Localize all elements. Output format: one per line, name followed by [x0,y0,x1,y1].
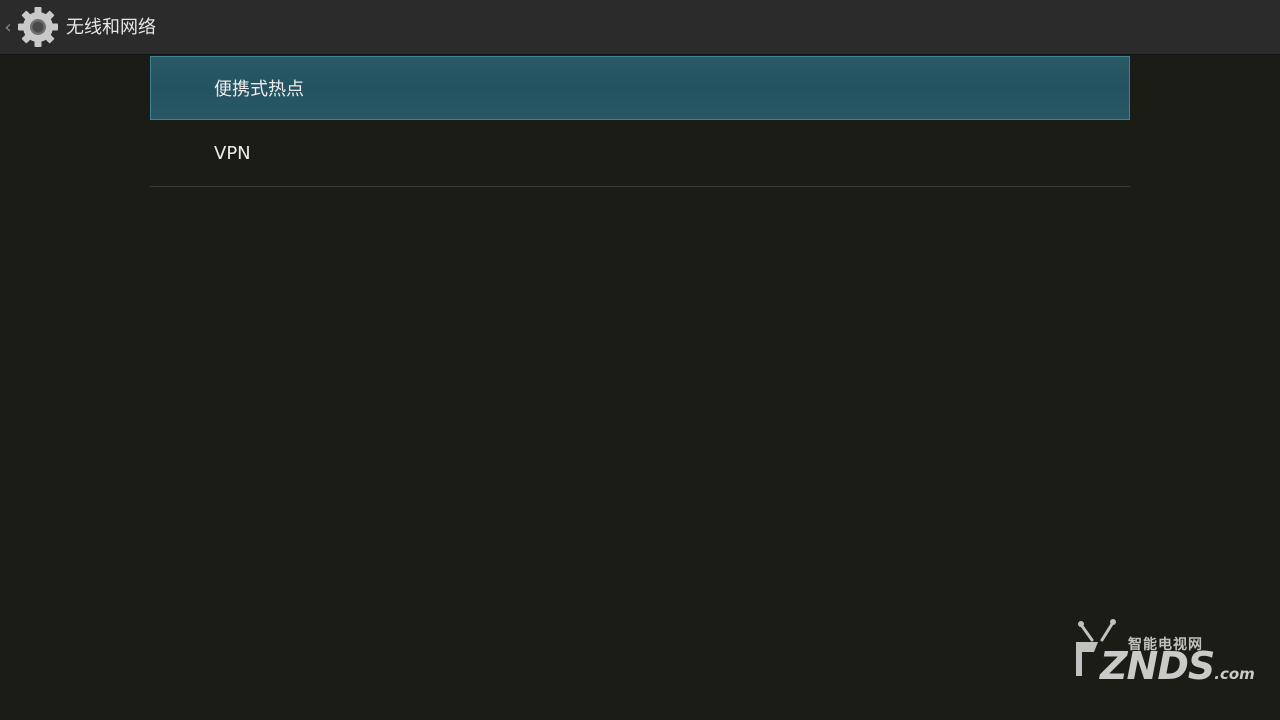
action-bar: ‹ 无线和网络 [0,0,1280,55]
preference-list: 便携式热点 VPN [150,56,1130,187]
preference-item-portable-hotspot[interactable]: 便携式热点 [150,56,1130,120]
watermark-logo: ZNDS.com [1100,646,1255,694]
up-navigation-button[interactable]: ‹ [0,0,61,55]
preference-item-label: VPN [214,142,251,164]
preference-item-label: 便携式热点 [214,79,304,100]
preference-item-vpn[interactable]: VPN [150,120,1130,186]
chevron-left-icon: ‹ [4,16,12,38]
znds-watermark: 智能电视网 ZNDS.com [1066,618,1255,690]
list-divider [150,186,1130,187]
gear-icon [18,7,58,47]
settings-screen: ‹ 无线和网络 便携式热点 VPN 智能电视网 ZNDS.com [0,0,1280,720]
watermark-logo-text: ZNDS [1100,644,1215,688]
page-title: 无线和网络 [66,16,156,38]
watermark-logo-suffix: .com [1214,665,1255,683]
